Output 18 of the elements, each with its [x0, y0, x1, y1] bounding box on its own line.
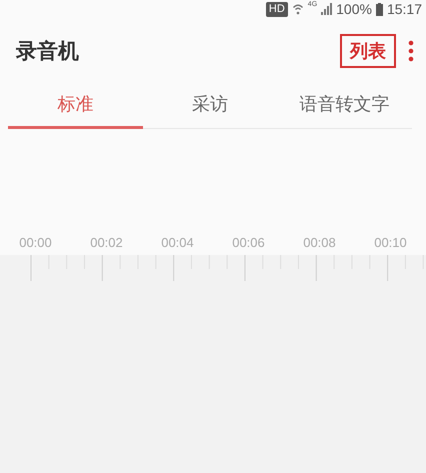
time-label: 00:04 — [160, 234, 195, 250]
tab[interactable]: 标准 — [8, 84, 143, 129]
app-title: 录音机 — [16, 38, 80, 65]
time-label: 00:10 — [373, 234, 408, 250]
hd-badge: HD — [266, 2, 288, 16]
time-label: 00:08 — [302, 234, 337, 250]
time-label: 00:00 — [18, 234, 53, 250]
list-button[interactable]: 列表 — [340, 34, 396, 68]
more-icon[interactable] — [408, 40, 414, 62]
wifi-icon — [292, 3, 304, 15]
time-label: 00:06 — [231, 234, 266, 250]
tab[interactable]: 采访 — [142, 84, 278, 129]
tab[interactable]: 语音转文字 — [277, 84, 412, 129]
battery-icon — [376, 2, 383, 16]
signal-icon — [321, 3, 332, 15]
time-label: 00:02 — [89, 234, 124, 250]
clock: 15:17 — [386, 1, 422, 17]
battery-percent: 100% — [336, 1, 372, 17]
